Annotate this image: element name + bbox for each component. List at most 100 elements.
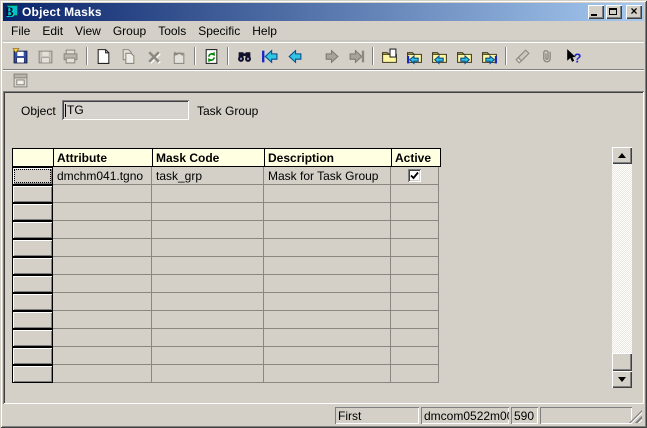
- cell-active[interactable]: [391, 239, 439, 257]
- cell-mask-code[interactable]: [152, 329, 264, 347]
- table-row: [13, 311, 441, 329]
- row-selector[interactable]: [12, 185, 53, 203]
- cell-description[interactable]: [264, 347, 391, 365]
- save-icon: [37, 48, 54, 65]
- cell-active[interactable]: [391, 293, 439, 311]
- cell-mask-code[interactable]: [152, 365, 264, 383]
- new-group-button[interactable]: [377, 45, 402, 67]
- titlebar: B Object Masks ×: [3, 3, 644, 21]
- cell-attribute[interactable]: [53, 185, 152, 203]
- find-button[interactable]: [232, 45, 257, 67]
- row-selector[interactable]: [12, 365, 53, 383]
- next-group-button[interactable]: [452, 45, 477, 67]
- row-selector[interactable]: [12, 167, 53, 185]
- cell-description[interactable]: [264, 311, 391, 329]
- cell-description[interactable]: [264, 365, 391, 383]
- cell-description[interactable]: [264, 203, 391, 221]
- row-selector[interactable]: [12, 293, 53, 311]
- app-icon[interactable]: B: [5, 5, 19, 19]
- last-record-icon: [348, 48, 365, 65]
- row-selector[interactable]: [12, 275, 53, 293]
- cell-active[interactable]: [391, 275, 439, 293]
- object-label: Object: [21, 104, 56, 118]
- close-button[interactable]: ×: [626, 5, 642, 19]
- cell-description[interactable]: Mask for Task Group: [264, 167, 391, 185]
- cell-description[interactable]: [264, 329, 391, 347]
- table-row: [13, 239, 441, 257]
- cell-attribute[interactable]: [53, 275, 152, 293]
- cell-mask-code[interactable]: [152, 185, 264, 203]
- row-selector[interactable]: [12, 221, 53, 239]
- cell-active[interactable]: [391, 257, 439, 275]
- cell-attribute[interactable]: [53, 239, 152, 257]
- cell-active[interactable]: [391, 347, 439, 365]
- row-selector[interactable]: [12, 239, 53, 257]
- row-selector[interactable]: [12, 203, 53, 221]
- first-record-button[interactable]: [257, 45, 282, 67]
- cell-mask-code[interactable]: task_grp: [152, 167, 264, 185]
- close-icon: ×: [626, 4, 642, 18]
- cell-description[interactable]: [264, 257, 391, 275]
- cell-mask-code[interactable]: [152, 275, 264, 293]
- scrollbar-thumb[interactable]: [612, 353, 632, 371]
- active-checkbox[interactable]: [408, 169, 421, 182]
- cell-description[interactable]: [264, 275, 391, 293]
- minimize-button[interactable]: [588, 5, 604, 19]
- row-selector[interactable]: [12, 347, 53, 365]
- last-group-button[interactable]: [477, 45, 502, 67]
- cell-attribute[interactable]: [53, 221, 152, 239]
- cell-mask-code[interactable]: [152, 257, 264, 275]
- cell-attribute[interactable]: [53, 203, 152, 221]
- cell-attribute[interactable]: [53, 257, 152, 275]
- row-selector[interactable]: [12, 329, 53, 347]
- object-input[interactable]: TG: [62, 100, 189, 120]
- cell-active[interactable]: [391, 167, 439, 185]
- new-record-button[interactable]: [91, 45, 116, 67]
- cell-active[interactable]: [391, 203, 439, 221]
- menu-group[interactable]: Group: [107, 22, 152, 40]
- context-help-button[interactable]: ?: [560, 45, 585, 67]
- cell-mask-code[interactable]: [152, 311, 264, 329]
- prev-group-button[interactable]: [427, 45, 452, 67]
- cell-attribute[interactable]: [53, 311, 152, 329]
- cell-active[interactable]: [391, 329, 439, 347]
- cell-description[interactable]: [264, 293, 391, 311]
- cell-description[interactable]: [264, 185, 391, 203]
- cell-active[interactable]: [391, 365, 439, 383]
- scroll-up-button[interactable]: [612, 147, 632, 164]
- save-exit-button[interactable]: [8, 45, 33, 67]
- menu-view[interactable]: View: [69, 22, 107, 40]
- cell-attribute[interactable]: [53, 365, 152, 383]
- cell-active[interactable]: [391, 221, 439, 239]
- cell-mask-code[interactable]: [152, 221, 264, 239]
- cell-mask-code[interactable]: [152, 239, 264, 257]
- maximize-button[interactable]: [606, 5, 622, 19]
- cell-attribute[interactable]: dmchm041.tgno: [53, 167, 152, 185]
- menu-file[interactable]: File: [5, 22, 36, 40]
- refresh-button[interactable]: [199, 45, 224, 67]
- menu-edit[interactable]: Edit: [36, 22, 69, 40]
- vertical-scrollbar[interactable]: [612, 147, 632, 388]
- cell-active[interactable]: [391, 311, 439, 329]
- cell-attribute[interactable]: [53, 293, 152, 311]
- menu-help[interactable]: Help: [246, 22, 283, 40]
- cell-description[interactable]: [264, 239, 391, 257]
- cell-mask-code[interactable]: [152, 203, 264, 221]
- cell-attribute[interactable]: [53, 329, 152, 347]
- cell-attribute[interactable]: [53, 347, 152, 365]
- prev-group-icon: [431, 48, 448, 65]
- cell-mask-code[interactable]: [152, 347, 264, 365]
- prev-record-button[interactable]: [282, 45, 307, 67]
- new-group-icon: [381, 48, 398, 65]
- menu-specific[interactable]: Specific: [192, 22, 246, 40]
- cell-mask-code[interactable]: [152, 293, 264, 311]
- form-window-icon: [12, 72, 29, 89]
- cell-active[interactable]: [391, 185, 439, 203]
- cell-description[interactable]: [264, 221, 391, 239]
- scroll-down-button[interactable]: [612, 371, 632, 388]
- row-selector[interactable]: [12, 257, 53, 275]
- table-row: [13, 365, 441, 383]
- first-group-button[interactable]: [402, 45, 427, 67]
- menu-tools[interactable]: Tools: [152, 22, 192, 40]
- row-selector[interactable]: [12, 311, 53, 329]
